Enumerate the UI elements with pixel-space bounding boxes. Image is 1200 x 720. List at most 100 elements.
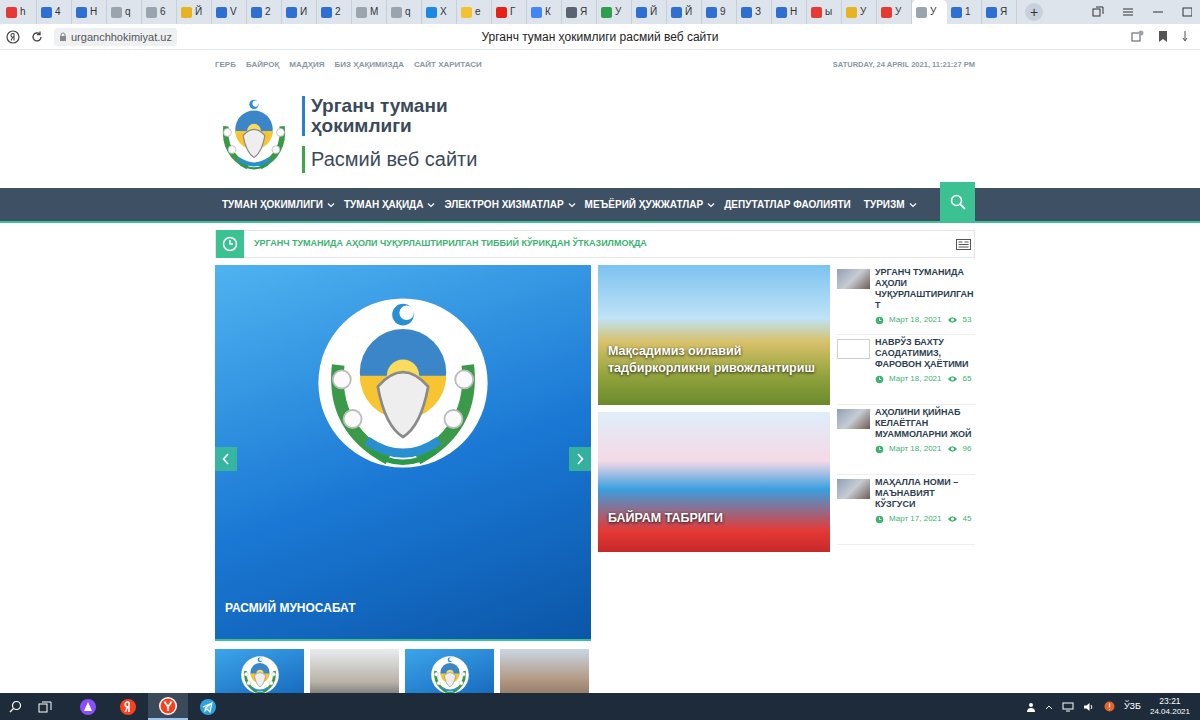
nav-item[interactable]: ДЕПУТАТЛАР ФАОЛИЯТИ bbox=[724, 199, 855, 211]
slide-thumbnail[interactable] bbox=[215, 649, 304, 693]
browser-tab[interactable]: 2 bbox=[317, 0, 352, 24]
next-arrow-icon[interactable] bbox=[569, 447, 591, 471]
top-link[interactable]: ГЕРБ bbox=[215, 60, 236, 70]
browser-tab[interactable]: Н bbox=[772, 0, 807, 24]
news-thumbnail bbox=[837, 479, 870, 499]
clock-icon bbox=[875, 445, 884, 454]
nav-label: ЭЛЕКТРОН ХИЗМАТЛАР bbox=[444, 199, 563, 211]
task-view-icon[interactable] bbox=[30, 693, 60, 720]
taskbar-app[interactable] bbox=[68, 693, 108, 720]
slide-thumbnail[interactable] bbox=[310, 649, 399, 693]
news-item[interactable]: МАҲАЛЛА НОМИ – МАЪНАВИЯТ КЎЗГУСИМарт 17,… bbox=[837, 475, 975, 545]
tab-label: М bbox=[370, 7, 378, 17]
browser-tab[interactable]: Н bbox=[72, 0, 107, 24]
favicon-icon bbox=[986, 7, 997, 18]
taskbar-app[interactable] bbox=[148, 693, 188, 720]
top-link[interactable]: САЙТ ХАРИТАСИ bbox=[414, 60, 482, 70]
top-link[interactable]: БИЗ ҲАҚИМИЗДА bbox=[335, 60, 404, 70]
browser-tab[interactable]: q bbox=[107, 0, 142, 24]
prev-arrow-icon[interactable] bbox=[215, 447, 237, 471]
newspaper-icon[interactable] bbox=[956, 239, 971, 250]
new-tab-button[interactable]: + bbox=[1025, 3, 1043, 21]
network-icon[interactable] bbox=[1062, 702, 1074, 712]
browser-tab[interactable]: У bbox=[877, 0, 912, 24]
news-title: МАҲАЛЛА НОМИ – МАЪНАВИЯТ КЎЗГУСИ bbox=[875, 477, 975, 510]
download-icon[interactable] bbox=[1182, 30, 1188, 43]
volume-icon[interactable] bbox=[1083, 702, 1095, 712]
ticker-text[interactable]: УРГАНЧ ТУМАНИДА АҲОЛИ ЧУҚУРЛАШТИРИЛГАН Т… bbox=[254, 237, 647, 251]
window-controls bbox=[1092, 6, 1200, 18]
yandex-icon[interactable] bbox=[6, 30, 20, 44]
nav-item[interactable]: ТУРИЗМ bbox=[864, 199, 917, 211]
person-icon[interactable] bbox=[1026, 702, 1036, 712]
browser-tab[interactable]: q bbox=[387, 0, 422, 24]
top-link[interactable]: БАЙРОҚ bbox=[246, 60, 279, 70]
minimize-icon[interactable] bbox=[1152, 6, 1164, 18]
search-button[interactable] bbox=[940, 182, 975, 221]
news-item[interactable]: НАВРЎЗ БАХТУ САОДАТИМИЗ, ФАРОВОН ҲАЁТИМИ… bbox=[837, 335, 975, 405]
nav-item[interactable]: ТУМАН ҲАҚИДА bbox=[344, 199, 435, 211]
browser-tab[interactable]: Я bbox=[562, 0, 597, 24]
browser-tab[interactable]: 9 bbox=[702, 0, 737, 24]
slider[interactable]: РАСМИЙ МУНОСАБАТ bbox=[215, 265, 591, 641]
taskbar-clock[interactable]: 23:2124.04.2021 bbox=[1150, 696, 1190, 717]
menu-icon[interactable] bbox=[1122, 6, 1134, 18]
taskbar-app[interactable] bbox=[188, 693, 228, 720]
browser-tab[interactable]: V bbox=[212, 0, 247, 24]
browser-tab[interactable]: И bbox=[282, 0, 317, 24]
nav-item[interactable]: ТУМАН ҲОКИМЛИГИ bbox=[222, 199, 335, 211]
browser-tab[interactable]: У bbox=[842, 0, 877, 24]
favicon-icon bbox=[321, 7, 332, 18]
browser-tab[interactable]: Й bbox=[667, 0, 702, 24]
reload-icon[interactable] bbox=[30, 30, 44, 44]
news-item[interactable]: АҲОЛИНИ ҚИЙНАБ КЕЛАЁТГАН МУАММОЛАРНИ ЖОЙ… bbox=[837, 405, 975, 475]
browser-tab[interactable]: У bbox=[597, 0, 632, 24]
url-field[interactable]: urganchhokimiyat.uz bbox=[54, 28, 177, 46]
favicon-icon bbox=[6, 7, 17, 18]
slide-thumbnail[interactable] bbox=[405, 649, 494, 693]
browser-tab[interactable]: 2 bbox=[247, 0, 282, 24]
notification-badge-icon[interactable] bbox=[1104, 701, 1115, 712]
favicon-icon bbox=[916, 7, 927, 18]
bookmark-icon[interactable] bbox=[1158, 30, 1168, 43]
browser-tab[interactable]: Г bbox=[492, 0, 527, 24]
chevron-up-icon[interactable] bbox=[1045, 704, 1053, 710]
maximize-icon[interactable] bbox=[1182, 6, 1192, 18]
browser-tab[interactable]: 6 bbox=[142, 0, 177, 24]
browser-tab[interactable]: ы bbox=[807, 0, 842, 24]
news-list: УРГАНЧ ТУМАНИДА АҲОЛИ ЧУҚУРЛАШТИРИЛГАН Т… bbox=[837, 265, 975, 545]
favicon-icon bbox=[601, 7, 612, 18]
taskbar-app[interactable] bbox=[108, 693, 148, 720]
favicon-icon bbox=[216, 7, 227, 18]
slide-thumbnail[interactable] bbox=[500, 649, 589, 693]
tab-label: Й bbox=[685, 7, 692, 17]
browser-tab[interactable]: 1 bbox=[947, 0, 982, 24]
browser-tab[interactable]: Я bbox=[982, 0, 1017, 24]
news-item[interactable]: УРГАНЧ ТУМАНИДА АҲОЛИ ЧУҚУРЛАШТИРИЛГАН Т… bbox=[837, 265, 975, 335]
browser-tab[interactable]: Й bbox=[177, 0, 212, 24]
browser-tab[interactable]: М bbox=[352, 0, 387, 24]
news-card[interactable]: БАЙРАМ ТАБРИГИ bbox=[598, 412, 830, 552]
extension-icon[interactable] bbox=[1131, 30, 1144, 43]
browser-tab[interactable]: К bbox=[527, 0, 562, 24]
yandex-icon bbox=[118, 697, 138, 717]
news-card[interactable]: Мақсадимиз оилавий тадбиркорликни ривожл… bbox=[598, 265, 830, 405]
tabs-list-icon[interactable] bbox=[1092, 6, 1104, 18]
site-logo[interactable]: Урганч туманиҳокимлигиРасмий веб сайти bbox=[215, 95, 975, 173]
browser-tab[interactable]: З bbox=[737, 0, 772, 24]
browser-tab[interactable]: 4 bbox=[37, 0, 72, 24]
address-left: urganchhokimiyat.uz bbox=[6, 28, 471, 46]
search-icon[interactable] bbox=[0, 693, 30, 720]
browser-tab[interactable]: Х bbox=[422, 0, 457, 24]
browser-tab[interactable]: h bbox=[2, 0, 37, 24]
news-text: МАҲАЛЛА НОМИ – МАЪНАВИЯТ КЎЗГУСИМарт 17,… bbox=[875, 477, 975, 538]
tab-label: У bbox=[895, 7, 901, 17]
favicon-icon bbox=[391, 7, 402, 18]
nav-item[interactable]: ЭЛЕКТРОН ХИЗМАТЛАР bbox=[444, 199, 575, 211]
top-link[interactable]: МАДҲИЯ bbox=[289, 60, 324, 70]
browser-tab[interactable]: У bbox=[912, 0, 947, 24]
language-indicator[interactable]: ЎЗБ bbox=[1124, 701, 1141, 712]
nav-item[interactable]: МЕЪЁРИЙ ҲУЖЖАТЛАР bbox=[585, 199, 716, 211]
browser-tab[interactable]: е bbox=[457, 0, 492, 24]
browser-tab[interactable]: Й bbox=[632, 0, 667, 24]
